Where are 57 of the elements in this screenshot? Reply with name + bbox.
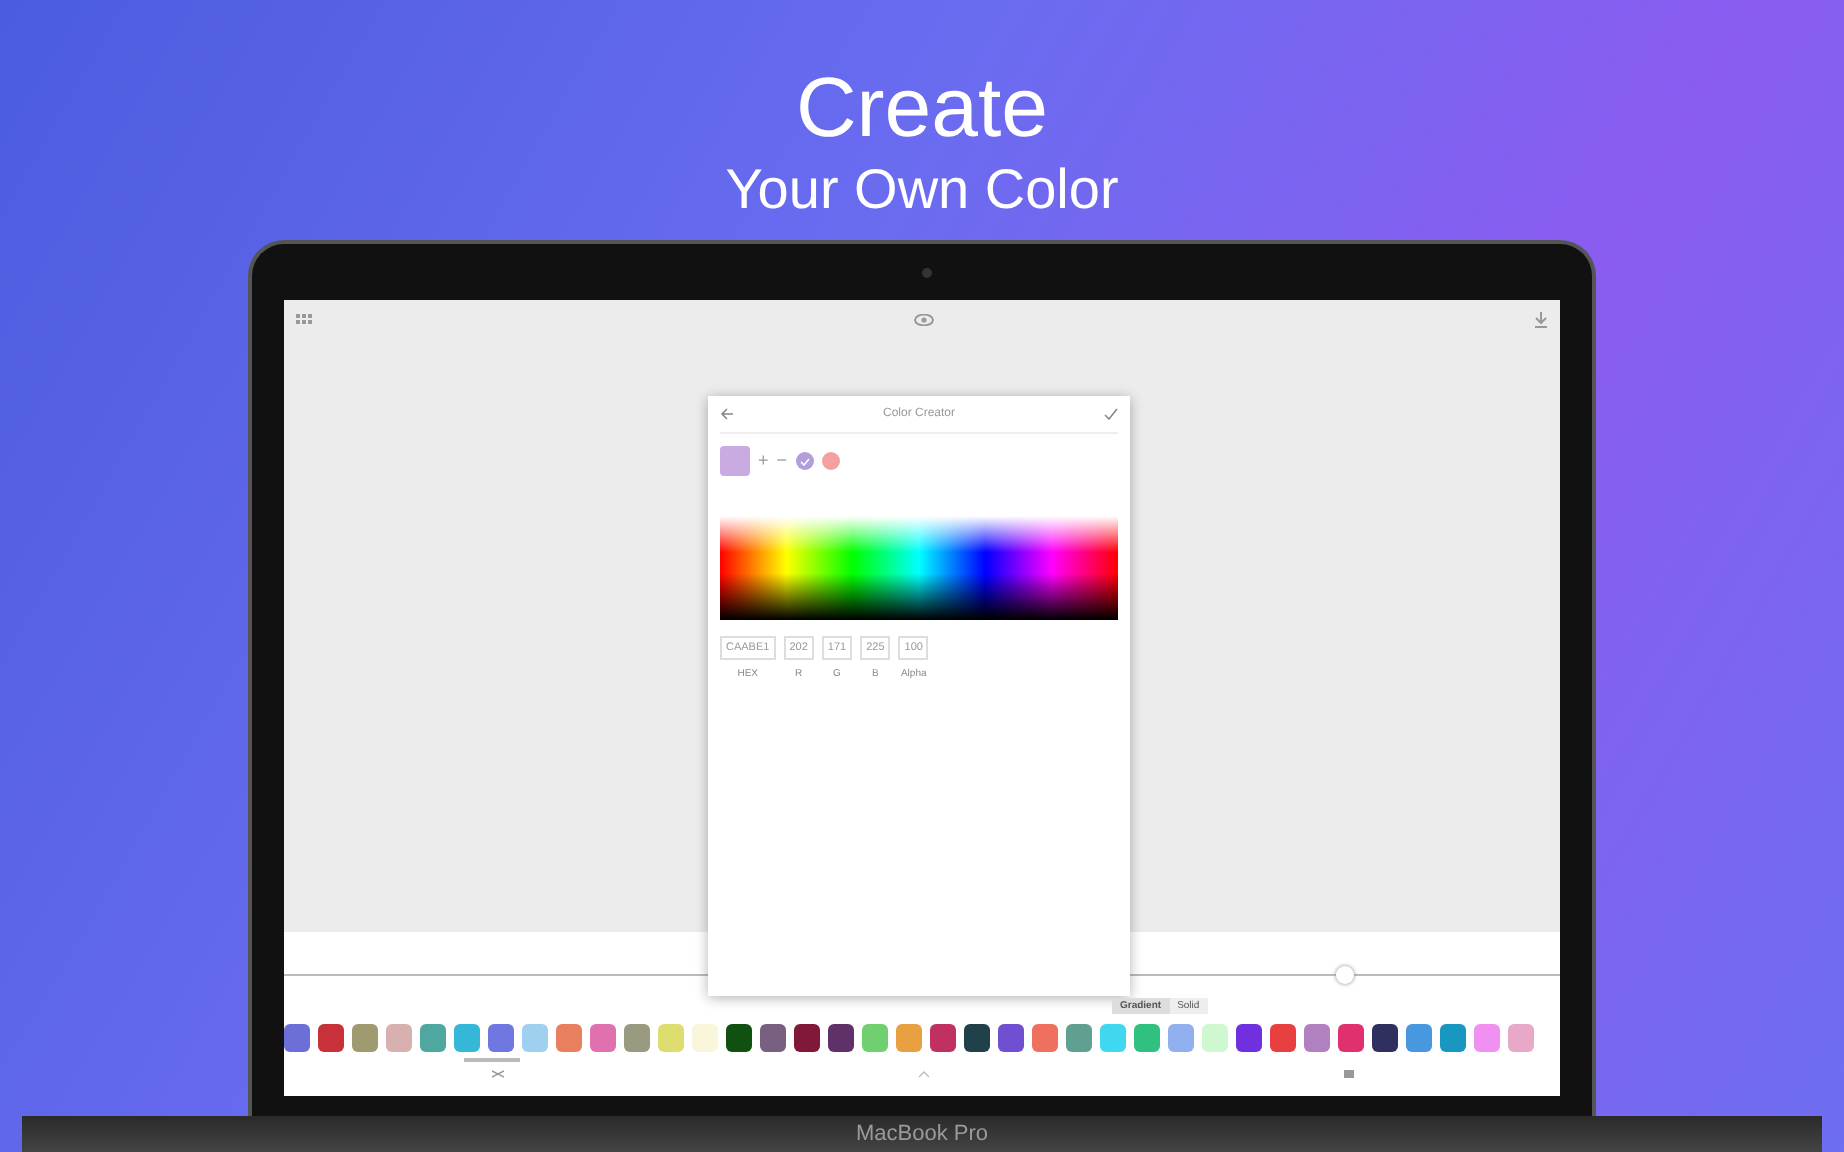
color-swatch[interactable]: [420, 1024, 446, 1052]
camera-icon: [922, 268, 932, 278]
color-swatch[interactable]: [1474, 1024, 1500, 1052]
color-swatch[interactable]: [284, 1024, 310, 1052]
download-icon[interactable]: [1534, 312, 1548, 328]
color-swatch[interactable]: [386, 1024, 412, 1052]
color-swatch[interactable]: [1406, 1024, 1432, 1052]
slider-thumb[interactable]: [1335, 966, 1354, 984]
color-swatch[interactable]: [1508, 1024, 1534, 1052]
color-swatch[interactable]: [590, 1024, 616, 1052]
grid-icon[interactable]: [296, 314, 312, 326]
color-swatch[interactable]: [964, 1024, 990, 1052]
color-swatch[interactable]: [488, 1024, 514, 1052]
color-swatch[interactable]: [1372, 1024, 1398, 1052]
color-swatch[interactable]: [1032, 1024, 1058, 1052]
scroll-handle: [464, 1058, 520, 1062]
headline-title: Create: [795, 66, 1049, 150]
color-swatch[interactable]: [794, 1024, 820, 1052]
color-swatch[interactable]: [692, 1024, 718, 1052]
color-swatch[interactable]: [454, 1024, 480, 1052]
color-swatch[interactable]: [998, 1024, 1024, 1052]
color-swatch[interactable]: [1100, 1024, 1126, 1052]
color-swatch[interactable]: [896, 1024, 922, 1052]
color-swatch[interactable]: [1066, 1024, 1092, 1052]
shuffle-icon[interactable]: [491, 1070, 503, 1078]
square-icon[interactable]: [1343, 1070, 1353, 1078]
back-arrow-icon[interactable]: [720, 408, 734, 420]
color-swatch[interactable]: [318, 1024, 344, 1052]
color-spectrum[interactable]: [720, 516, 1118, 620]
gradient-stop[interactable]: [821, 452, 840, 470]
color-swatch[interactable]: [658, 1024, 684, 1052]
color-swatch[interactable]: [1236, 1024, 1262, 1052]
color-swatch[interactable]: [522, 1024, 548, 1052]
color-swatch[interactable]: [1270, 1024, 1296, 1052]
color-swatch[interactable]: [1440, 1024, 1466, 1052]
checkmark-icon[interactable]: [1103, 408, 1118, 420]
color-swatch[interactable]: [726, 1024, 752, 1052]
brand-label: MacBook Pro: [855, 1119, 989, 1150]
gradient-stop[interactable]: [795, 452, 814, 470]
color-swatch[interactable]: [1134, 1024, 1160, 1052]
eye-icon[interactable]: [913, 314, 933, 326]
color-swatch[interactable]: [556, 1024, 582, 1052]
color-swatch[interactable]: [1304, 1024, 1330, 1052]
color-swatch[interactable]: [624, 1024, 650, 1052]
color-swatch[interactable]: [1338, 1024, 1364, 1052]
color-swatch[interactable]: [352, 1024, 378, 1052]
remove-stop-button[interactable]: −: [776, 447, 788, 475]
color-swatch[interactable]: [930, 1024, 956, 1052]
color-swatch[interactable]: [862, 1024, 888, 1052]
color-swatch[interactable]: [828, 1024, 854, 1052]
chevron-up-icon[interactable]: [917, 1070, 929, 1078]
color-swatch[interactable]: [1168, 1024, 1194, 1052]
checkmark-icon: [799, 457, 810, 465]
color-swatch[interactable]: [1202, 1024, 1228, 1052]
color-swatch[interactable]: [760, 1024, 786, 1052]
add-stop-button[interactable]: +: [758, 447, 769, 475]
headline-subtitle: Your Own Color: [725, 162, 1119, 218]
